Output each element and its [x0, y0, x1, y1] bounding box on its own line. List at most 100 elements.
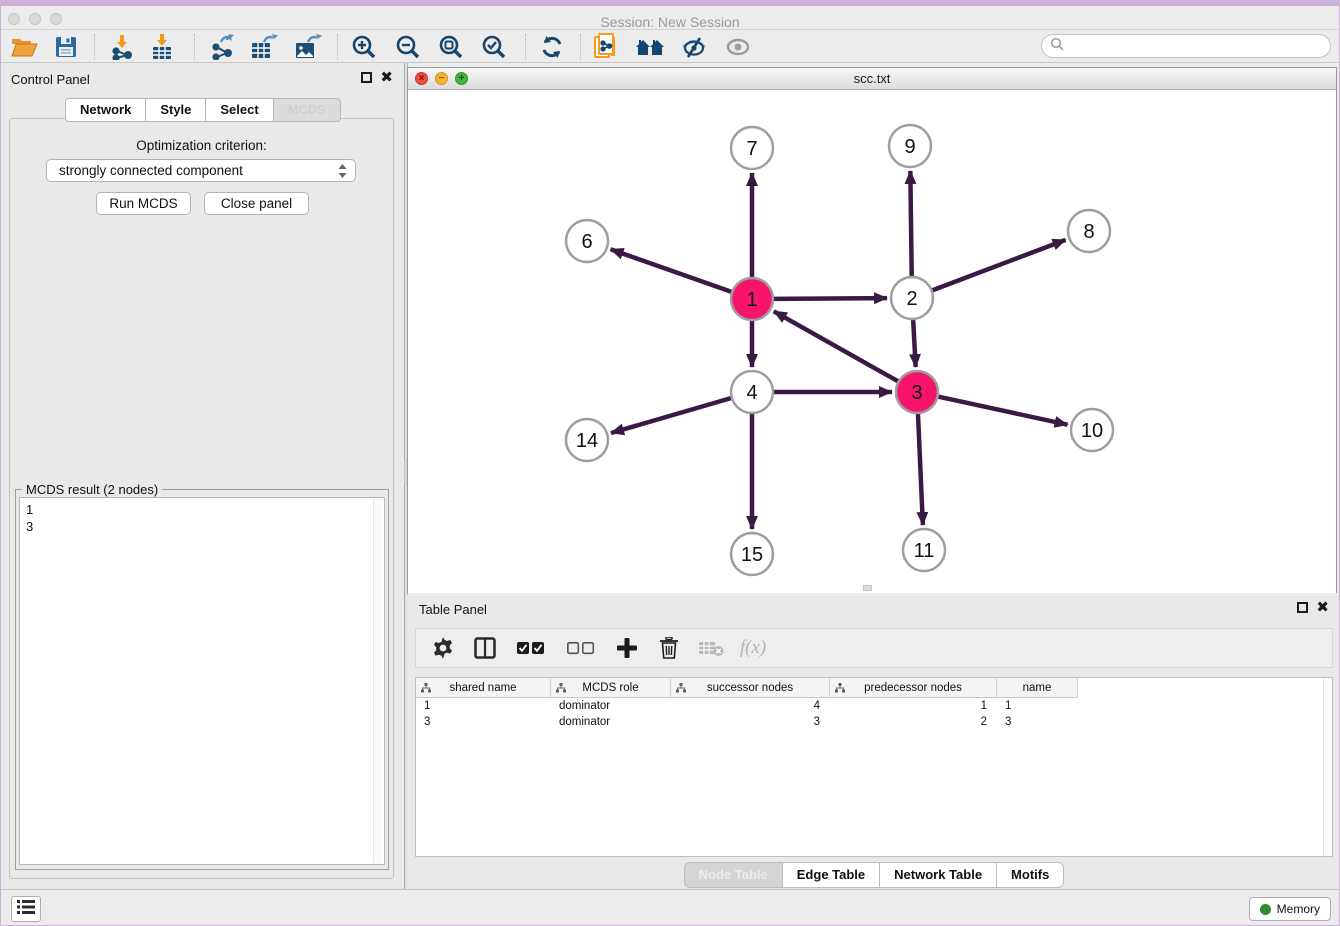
graph-node-label-4: 4	[746, 382, 757, 404]
cell[interactable]: dominator	[551, 714, 671, 730]
hierarchy-icon	[835, 683, 845, 696]
close-panel-icon[interactable]: ✖	[380, 72, 393, 83]
zoom-fit-icon[interactable]	[436, 33, 466, 61]
cell[interactable]: 1	[416, 698, 551, 714]
table-row-1[interactable]: 1dominator411	[416, 698, 1332, 714]
graph-node-label-3: 3	[911, 382, 922, 404]
import-network-icon[interactable]	[107, 33, 137, 61]
cell[interactable]: 1	[830, 698, 997, 714]
split-view-icon[interactable]	[472, 635, 498, 661]
tab-mcds[interactable]: MCDS	[273, 98, 341, 122]
edge-1-2[interactable]	[774, 298, 887, 299]
criterion-value: strongly connected component	[59, 163, 243, 178]
search-icon	[1050, 37, 1064, 56]
zoom-in-icon[interactable]	[349, 33, 379, 61]
cell[interactable]: 2	[830, 714, 997, 730]
export-network-icon[interactable]	[207, 33, 237, 61]
network-graph[interactable]: 7968124314101511	[408, 90, 1336, 593]
edge-3-1[interactable]	[774, 311, 898, 381]
column-header-shared-name[interactable]: shared name	[416, 678, 551, 698]
close-table-panel-icon[interactable]: ✖	[1316, 602, 1329, 613]
select-all-icon[interactable]	[514, 635, 548, 661]
import-table-icon[interactable]	[147, 33, 177, 61]
graph-node-label-10: 10	[1081, 420, 1103, 442]
float-panel-icon[interactable]	[361, 72, 372, 83]
tab-style[interactable]: Style	[145, 98, 206, 122]
edge-3-10[interactable]	[938, 397, 1067, 425]
chevron-up-down-icon	[337, 163, 348, 182]
table-tabs: Node TableEdge TableNetwork TableMotifs	[407, 862, 1340, 888]
column-header-MCDS-role[interactable]: MCDS role	[551, 678, 671, 698]
mcds-result-group: MCDS result (2 nodes) 1 3	[15, 489, 389, 870]
criterion-dropdown[interactable]: strongly connected component	[46, 159, 356, 182]
zoom-out-icon[interactable]	[393, 33, 423, 61]
cell[interactable]: 4	[671, 698, 830, 714]
optimization-criterion-label: Optimization criterion:	[10, 138, 393, 153]
search-input[interactable]	[1064, 36, 1330, 56]
memory-status-icon	[1260, 904, 1271, 915]
deselect-all-icon[interactable]	[564, 635, 598, 661]
tab-network-table[interactable]: Network Table	[879, 862, 997, 888]
zoom-selected-icon[interactable]	[479, 33, 509, 61]
edge-1-6[interactable]	[611, 249, 732, 291]
hierarchy-icon	[676, 683, 686, 696]
eye-slash-icon[interactable]	[679, 33, 709, 61]
result-scrollbar[interactable]	[373, 499, 383, 863]
graph-node-label-8: 8	[1083, 221, 1094, 243]
trash-icon[interactable]	[656, 635, 682, 661]
gear-icon[interactable]	[430, 635, 456, 661]
column-header-name[interactable]: name	[997, 678, 1078, 698]
double-home-icon[interactable]	[635, 33, 665, 61]
control-panel-window-buttons: ✖	[361, 72, 393, 83]
cell[interactable]: 3	[416, 714, 551, 730]
control-panel: Control Panel ✖ NetworkStyleSelectMCDS O…	[1, 63, 405, 891]
edge-2-8[interactable]	[933, 240, 1066, 290]
column-header-successor-nodes[interactable]: successor nodes	[671, 678, 830, 698]
table-scrollbar[interactable]	[1323, 678, 1332, 856]
tab-network[interactable]: Network	[65, 98, 146, 122]
close-panel-button[interactable]: Close panel	[204, 192, 309, 215]
graph-node-label-11: 11	[914, 540, 935, 562]
column-label: predecessor nodes	[864, 682, 962, 694]
network-resize-grip[interactable]	[863, 585, 872, 591]
hierarchy-icon	[421, 683, 431, 696]
cell[interactable]: 3	[671, 714, 830, 730]
add-icon[interactable]	[614, 635, 640, 661]
run-mcds-button[interactable]: Run MCDS	[96, 192, 191, 215]
graph-node-label-2: 2	[906, 288, 917, 310]
memory-button[interactable]: Memory	[1249, 897, 1331, 921]
open-session-icon[interactable]	[9, 33, 39, 61]
cell[interactable]: 1	[997, 698, 1078, 714]
float-table-panel-icon[interactable]	[1297, 602, 1308, 613]
column-header-predecessor-nodes[interactable]: predecessor nodes	[830, 678, 997, 698]
clone-network-icon[interactable]	[591, 33, 621, 61]
eye-icon[interactable]	[723, 33, 753, 61]
hierarchy-icon	[556, 683, 566, 696]
search-box[interactable]	[1041, 34, 1331, 58]
tab-select[interactable]: Select	[205, 98, 273, 122]
tab-motifs[interactable]: Motifs	[996, 862, 1064, 888]
table-toolbar: f(x)	[415, 628, 1333, 668]
tab-node-table[interactable]: Node Table	[684, 862, 783, 888]
refresh-icon[interactable]	[537, 33, 567, 61]
export-table-icon[interactable]	[249, 33, 279, 61]
export-image-icon[interactable]	[293, 33, 323, 61]
function-builder-icon[interactable]: f(x)	[740, 635, 766, 661]
table-row-2[interactable]: 3dominator323	[416, 714, 1332, 730]
edge-2-9[interactable]	[910, 171, 911, 276]
save-session-icon[interactable]	[51, 33, 81, 61]
mcds-result-title: MCDS result (2 nodes)	[22, 482, 162, 497]
table-body: 1dominator4113dominator323	[416, 698, 1332, 730]
table-header-row: shared nameMCDS rolesuccessor nodes prede…	[416, 678, 1078, 698]
edge-4-14[interactable]	[611, 398, 731, 433]
cell[interactable]: dominator	[551, 698, 671, 714]
edge-2-3[interactable]	[913, 320, 916, 367]
network-window-titlebar[interactable]: × − + scc.txt	[408, 68, 1336, 90]
cell[interactable]: 3	[997, 714, 1078, 730]
edge-3-11[interactable]	[918, 414, 923, 525]
delete-table-icon[interactable]	[698, 635, 724, 661]
mcds-result-textarea[interactable]: 1 3	[19, 497, 385, 865]
tab-edge-table[interactable]: Edge Table	[782, 862, 880, 888]
graph-node-label-15: 15	[741, 544, 763, 566]
task-history-button[interactable]	[11, 896, 41, 922]
